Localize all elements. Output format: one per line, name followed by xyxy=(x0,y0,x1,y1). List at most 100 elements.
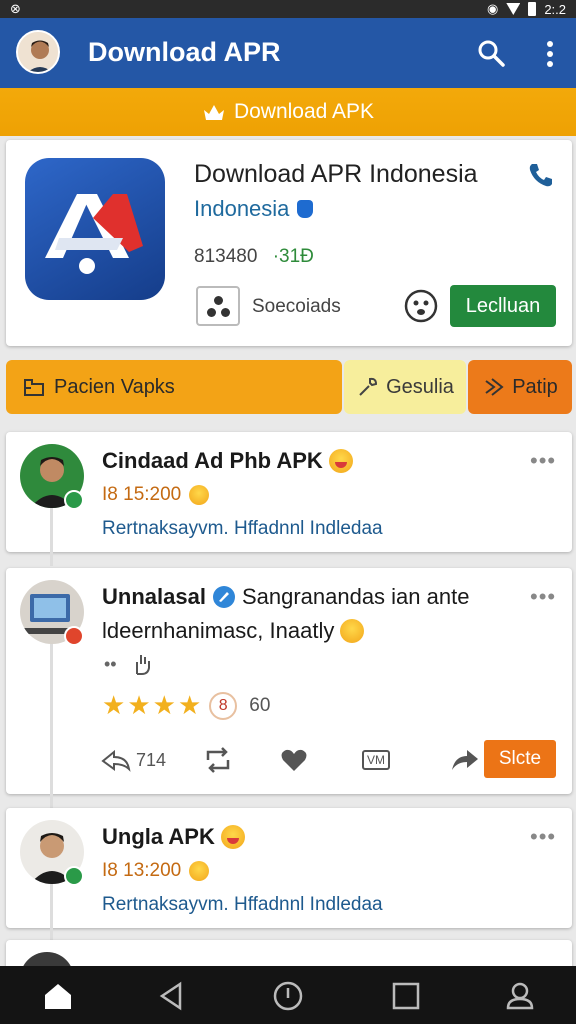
post-card[interactable]: Ungla APK I8 13:200 Rertnaksayvm. Hffadn… xyxy=(6,808,572,942)
app-logo xyxy=(25,158,165,300)
more-vert-icon[interactable] xyxy=(540,40,560,68)
tab-label: Patip xyxy=(512,375,558,398)
post-meta: I8 15:200 xyxy=(102,484,210,506)
thread-line xyxy=(50,642,53,808)
search-icon[interactable] xyxy=(476,38,506,68)
signal-icon xyxy=(506,3,521,15)
tab-patip[interactable]: Patip xyxy=(468,360,572,414)
card-button[interactable]: VM xyxy=(362,740,390,780)
emoji-icon xyxy=(189,861,210,881)
app-subtitle: Indonesia xyxy=(194,196,314,222)
verified-badge-icon xyxy=(64,866,84,886)
app-status-icon: ⊗ xyxy=(10,1,21,16)
dots-icon[interactable]: •• xyxy=(104,654,117,675)
dot-icon xyxy=(207,308,216,317)
profile-avatar[interactable] xyxy=(16,30,60,74)
app-sub-label: Indonesia xyxy=(194,196,290,221)
like-button[interactable] xyxy=(280,740,308,780)
status-time: 2:.2 xyxy=(544,1,566,17)
tab-gesulia[interactable]: Gesulia xyxy=(344,360,466,414)
emoji-icon xyxy=(328,449,353,473)
repost-icon xyxy=(206,747,230,773)
folder-icon xyxy=(24,379,44,396)
dot-icon xyxy=(214,296,223,305)
download-apk-banner[interactable]: Download APK xyxy=(0,88,576,136)
post-time: I8 15:200 xyxy=(102,484,182,505)
share-button[interactable] xyxy=(450,740,480,780)
verified-badge-icon xyxy=(64,626,84,646)
post-title-text: Sangranandas ian ante xyxy=(241,584,470,609)
tab-label: Gesulia xyxy=(386,375,454,398)
banner-label: Download APK xyxy=(233,100,375,123)
arrow-icon xyxy=(485,378,504,396)
post-card[interactable]: Cindaad Ad Phb APK I8 15:200 Rertnaksayv… xyxy=(6,432,572,566)
grid-button[interactable] xyxy=(196,286,240,326)
post-text: Rertnaksayvm. Hffadnnl Indledaa xyxy=(102,518,383,539)
share-arrow-icon xyxy=(452,750,478,770)
post-title-text: Cindaad Ad Phb APK xyxy=(102,448,323,473)
rating: ★ ★ ★ ★ 8 60 xyxy=(102,690,270,721)
specials-label: Soecoiads xyxy=(252,296,341,317)
reply-icon xyxy=(101,749,131,772)
app-stats: 813480 ·31Đ xyxy=(194,246,314,268)
verified-icon xyxy=(212,586,235,608)
post-title: Unnalasal Sangranandas ian ante xyxy=(102,584,469,610)
card-label: VM xyxy=(362,750,390,770)
crown-icon xyxy=(203,105,224,120)
post-text: Rertnaksayvm. Hffadnnl Indledaa xyxy=(102,894,383,915)
emoji-icon xyxy=(189,485,210,505)
app-bar: Download APR xyxy=(0,18,576,88)
star-icon: ★ xyxy=(102,690,126,720)
tab-label: Pacien Vapks xyxy=(54,375,175,398)
more-horiz-icon[interactable]: ••• xyxy=(530,584,556,610)
person-avatar-icon xyxy=(18,32,58,72)
verified-badge-icon xyxy=(64,490,84,510)
power-icon[interactable] xyxy=(272,980,304,1012)
post-title: Ungla APK xyxy=(102,824,245,850)
category-tabs: Pacien Vapks Gesulia Patip xyxy=(6,360,572,414)
star-icon: ★ xyxy=(127,690,151,720)
post-time: I8 13:200 xyxy=(102,860,182,881)
phone-icon[interactable] xyxy=(526,160,556,190)
status-bar: ⊗ ◉ 2:.2 xyxy=(0,0,576,18)
reply-button[interactable]: 714 xyxy=(100,740,166,780)
install-button[interactable]: Leclluan xyxy=(450,285,556,327)
account-icon[interactable] xyxy=(504,980,536,1012)
more-horiz-icon[interactable]: ••• xyxy=(530,824,556,850)
back-icon[interactable] xyxy=(156,980,188,1012)
more-horiz-icon[interactable]: ••• xyxy=(530,448,556,474)
home-icon[interactable] xyxy=(42,980,74,1012)
thread-line xyxy=(50,882,53,942)
select-button[interactable]: Slcte xyxy=(484,740,556,778)
square-icon[interactable] xyxy=(390,980,422,1012)
reply-count: 714 xyxy=(136,749,167,770)
tab-pacien-vapks[interactable]: Pacien Vapks xyxy=(6,360,342,414)
post-card[interactable]: Unnalasal Sangranandas ian ante ldeernha… xyxy=(6,568,572,808)
wrench-icon xyxy=(359,377,378,396)
post-author: Unnalasal xyxy=(102,584,206,609)
post-title-text: Ungla APK xyxy=(102,824,215,849)
size-count: ·31Đ xyxy=(272,246,314,267)
download-count: 813480 xyxy=(194,246,258,267)
post-title: Cindaad Ad Phb APK xyxy=(102,448,353,474)
emoji-icon xyxy=(340,619,365,643)
app-name: Download APR Indonesia xyxy=(194,160,478,188)
app-card: Download APR Indonesia Indonesia 813480 … xyxy=(6,140,572,346)
face-icon[interactable] xyxy=(404,289,438,323)
hand-icon[interactable] xyxy=(131,652,153,676)
post-actions: 714 VM Slcte xyxy=(100,740,560,780)
post-title-line2: ldeernhanimasc, Inaatly xyxy=(102,618,365,644)
star-icon: ★ xyxy=(152,690,176,720)
app-logo-icon xyxy=(45,194,143,274)
battery-icon xyxy=(528,2,537,16)
page-title: Download APR xyxy=(88,37,281,67)
post-reactions: •• xyxy=(104,652,153,676)
shield-icon xyxy=(297,200,314,218)
emoji-icon xyxy=(220,825,245,849)
repost-button[interactable] xyxy=(202,740,234,780)
dot-icon xyxy=(221,308,230,317)
rating-badge: 8 xyxy=(209,691,238,720)
post-title-text-2: ldeernhanimasc, Inaatly xyxy=(102,618,335,643)
star-icon: ★ xyxy=(177,690,202,720)
post-meta: I8 13:200 xyxy=(102,860,210,882)
